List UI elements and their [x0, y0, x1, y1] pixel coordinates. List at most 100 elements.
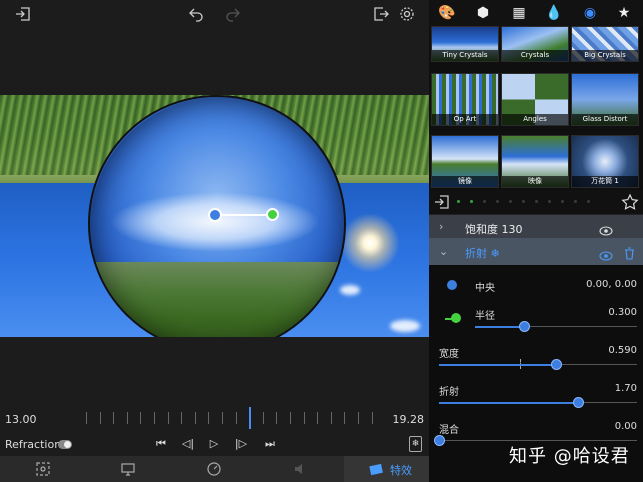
layer-toolbar	[429, 190, 643, 214]
playhead[interactable]	[249, 407, 252, 429]
delete-trash-icon[interactable]	[624, 245, 635, 260]
add-layer-icon[interactable]	[433, 193, 451, 211]
step-forward-icon[interactable]: |▷	[234, 437, 248, 451]
effect-thumbnail[interactable]: Tiny Crystals	[431, 26, 499, 62]
effect-thumbnail-caption: Glass Distort	[572, 114, 638, 125]
width-label: 宽度	[439, 349, 459, 360]
layer-refraction-label: 折射 ❄	[465, 247, 500, 260]
layer-dot	[535, 200, 538, 203]
timeline[interactable]: 13.00 19.28	[0, 404, 429, 434]
film-effects-icon	[368, 461, 384, 477]
chevron-right-icon: ›	[439, 220, 444, 233]
layer-refraction[interactable]: ⌄ 折射 ❄	[429, 238, 643, 265]
effect-thumbnail[interactable]: Angles	[501, 73, 569, 126]
layer-dot	[561, 200, 564, 203]
display-icon[interactable]	[120, 461, 136, 477]
skip-end-icon[interactable]: ⏭	[263, 437, 277, 451]
effect-thumbnail[interactable]: 镜像	[431, 135, 499, 188]
watermark-text: 知乎 @哈设君	[509, 446, 630, 467]
layer-dot	[548, 200, 551, 203]
effect-thumbnail[interactable]: 万花筒 1	[571, 135, 639, 188]
effect-thumbnail-caption: 映像	[502, 176, 568, 187]
step-back-icon[interactable]: ◁|	[181, 437, 195, 451]
radius-slider-fill	[475, 325, 524, 328]
refraction-label: 折射	[439, 387, 459, 398]
center-handle[interactable]	[208, 208, 222, 222]
effect-thumbnail[interactable]: Big Crystals	[571, 26, 639, 62]
undo-icon[interactable]	[187, 5, 205, 23]
layer-saturation-label: 饱和度 130	[465, 223, 523, 236]
editor-pane: 13.00 19.28 Refraction ⏮ ◁| ▷ |▷ ⏭ ❄ 特效	[0, 0, 429, 482]
favorites-star-icon[interactable]: ★	[615, 4, 633, 22]
timeline-tick	[358, 412, 359, 424]
mix-slider-knob[interactable]	[434, 435, 445, 446]
effect-thumbnail-caption: 镜像	[432, 176, 498, 187]
visibility-eye-icon[interactable]	[599, 221, 613, 236]
cube-icon[interactable]: ⬢	[474, 4, 492, 22]
effect-thumbnail-caption: Op Art	[432, 114, 498, 125]
timeline-tick	[371, 412, 373, 424]
crop-icon[interactable]	[35, 461, 51, 477]
image-preview[interactable]	[0, 95, 429, 337]
filter-toggle[interactable]	[58, 440, 72, 449]
effect-thumbnail[interactable]: Glass Distort	[571, 73, 639, 126]
top-toolbar	[0, 0, 429, 28]
timeline-tick	[181, 412, 183, 424]
effects-tab-label: 特效	[390, 464, 412, 477]
speed-gauge-icon[interactable]	[206, 461, 222, 477]
effect-thumbnail[interactable]: 映像	[501, 135, 569, 188]
sun-flare	[340, 213, 400, 273]
export-icon[interactable]	[372, 5, 390, 23]
effect-thumbnail[interactable]: Crystals	[501, 26, 569, 62]
refraction-slider-fill	[439, 401, 578, 404]
timeline-tick	[154, 412, 155, 424]
play-icon[interactable]: ▷	[207, 437, 221, 451]
layer-dot	[509, 200, 512, 203]
timeline-tick	[167, 412, 169, 424]
center-value: 0.00, 0.00	[586, 279, 637, 290]
filter-name-label: Refraction	[5, 438, 62, 451]
width-slider-fill	[439, 363, 556, 366]
favorite-add-icon[interactable]	[621, 193, 639, 211]
effect-thumbnail[interactable]: Op Art	[431, 73, 499, 126]
distort-swirl-icon[interactable]: ◉	[581, 4, 599, 22]
layer-dot	[587, 200, 590, 203]
effects-panel: 🎨 ⬢ ▦ 💧 ◉ ★ Tiny Crystals Crystals Big Cry…	[429, 0, 643, 482]
redo-icon[interactable]	[224, 5, 242, 23]
center-label: 中央	[475, 283, 495, 294]
effect-thumbnail-caption: Crystals	[502, 50, 568, 61]
layer-dot	[457, 200, 460, 203]
radius-handle[interactable]	[266, 208, 279, 221]
width-slider-knob[interactable]	[550, 359, 562, 370]
effects-tab[interactable]: 特效	[344, 456, 429, 482]
layer-dot	[483, 200, 486, 203]
audio-icon[interactable]	[292, 461, 308, 477]
timeline-tick	[235, 412, 237, 424]
mix-value: 0.00	[614, 421, 637, 432]
timeline-tick	[113, 412, 115, 424]
timeline-tick	[208, 412, 210, 424]
layer-saturation[interactable]: › 饱和度 130	[429, 214, 643, 238]
cloud	[390, 320, 420, 332]
mix-slider-track	[439, 440, 637, 441]
visibility-eye-icon[interactable]	[599, 246, 613, 261]
timeline-tick	[86, 412, 87, 424]
refraction-slider-knob[interactable]	[572, 397, 584, 408]
timeline-tick	[126, 412, 128, 424]
radius-point-indicator	[451, 313, 461, 323]
radius-slider-knob[interactable]	[518, 321, 530, 332]
import-icon[interactable]	[14, 5, 32, 23]
effect-thumbnail-caption: Big Crystals	[572, 50, 638, 61]
timeline-tick	[99, 412, 101, 424]
effect-thumbnail-caption: Tiny Crystals	[432, 50, 498, 61]
texture-icon[interactable]: ▦	[510, 4, 528, 22]
timeline-tick	[330, 412, 332, 424]
freeze-frame-icon[interactable]: ❄	[409, 436, 422, 452]
palette-icon[interactable]: 🎨	[438, 4, 456, 22]
settings-gear-icon[interactable]	[398, 5, 416, 23]
playback-bar: Refraction ⏮ ◁| ▷ |▷ ⏭ ❄	[0, 434, 429, 456]
bottom-tab-bar: 特效	[0, 456, 429, 482]
timeline-end-time: 19.28	[392, 413, 425, 426]
skip-start-icon[interactable]: ⏮	[154, 437, 168, 451]
drop-icon[interactable]: 💧	[545, 4, 563, 22]
